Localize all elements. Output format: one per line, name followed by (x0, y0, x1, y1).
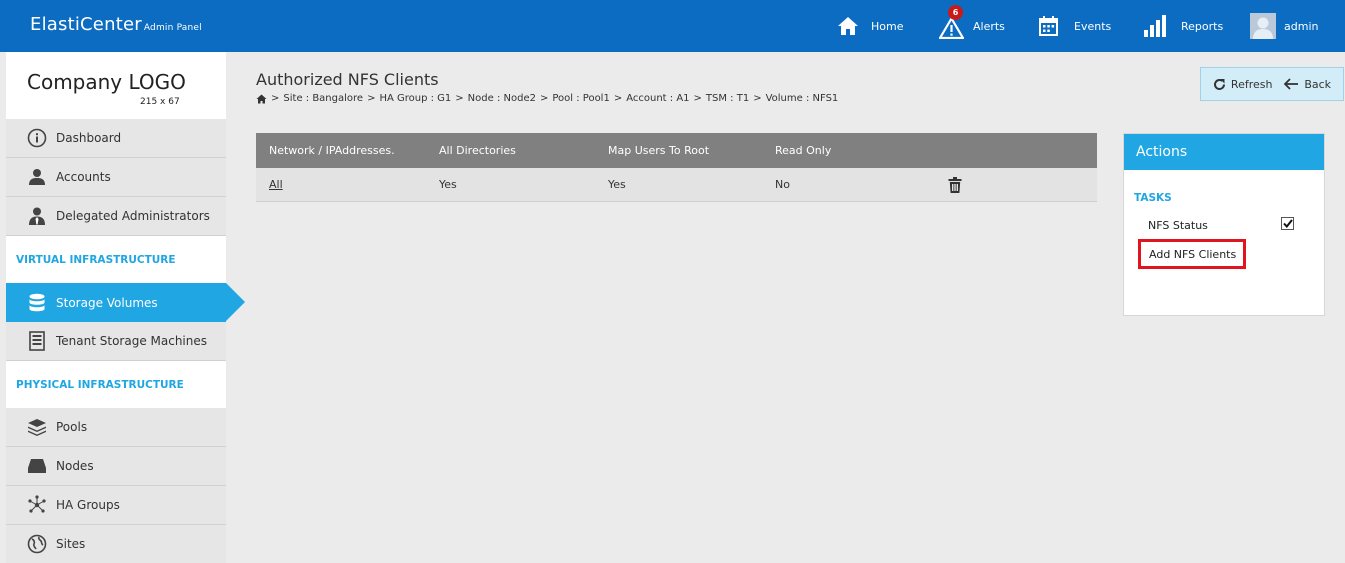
nav-alerts[interactable]: 6 Alerts (939, 0, 1005, 52)
actions-title: Actions (1124, 134, 1324, 170)
sidebar-item-pools[interactable]: Pools (6, 408, 226, 447)
network-link[interactable]: All (269, 178, 283, 191)
page-title: Authorized NFS Clients (256, 70, 439, 89)
table-row: All Yes Yes No (256, 168, 1097, 202)
alert-triangle-icon (939, 17, 964, 39)
brand-subtitle: Admin Panel (143, 23, 202, 33)
breadcrumb-sep: > (693, 93, 702, 104)
add-nfs-clients-button[interactable]: Add NFS Clients (1138, 239, 1246, 269)
sidebar-item-delegated-administrators[interactable]: Delegated Administrators (6, 197, 226, 236)
sidebar-item-ha-groups[interactable]: HA Groups (6, 486, 226, 525)
table-header: Network / IPAddresses. All Directories M… (256, 133, 1097, 168)
trash-icon (948, 176, 962, 193)
nav-home[interactable]: Home (837, 0, 903, 52)
sidebar-item-label: Accounts (56, 170, 111, 184)
breadcrumb-sep: > (455, 93, 464, 104)
company-logo: Company LOGO 215 x 67 (6, 52, 226, 119)
tasks-label: TASKS (1134, 192, 1172, 204)
brand-title: ElastiCenter (30, 14, 142, 35)
sidebar-item-label: Dashboard (56, 131, 122, 145)
alerts-badge: 6 (948, 5, 963, 20)
admin-user-icon (26, 205, 48, 227)
nfs-status-label: NFS Status (1148, 219, 1208, 232)
logo-title: Company LOGO (27, 70, 186, 94)
avatar (1250, 13, 1276, 39)
nav-events-label: Events (1074, 19, 1112, 33)
breadcrumb-sep: > (753, 93, 762, 104)
top-bar: ElastiCenter Admin Panel Home 6 Alerts Ev… (0, 0, 1345, 52)
sidebar-item-label: Pools (56, 420, 88, 434)
breadcrumb-ha-group[interactable]: HA Group : G1 (379, 93, 451, 104)
column-header-all-directories[interactable]: All Directories (439, 133, 516, 168)
user-silhouette-icon (1250, 13, 1276, 39)
calendar-icon (1039, 16, 1058, 36)
sidebar-item-dashboard[interactable]: Dashboard (6, 119, 226, 158)
breadcrumb: > Site : Bangalore > HA Group : G1 > Nod… (256, 93, 838, 104)
breadcrumb-account[interactable]: Account : A1 (626, 93, 689, 104)
sidebar-item-label: Tenant Storage Machines (56, 334, 208, 348)
logo-size: 215 x 67 (140, 97, 180, 107)
breadcrumb-site[interactable]: Site : Bangalore (283, 93, 363, 104)
column-header-read-only[interactable]: Read Only (775, 133, 831, 168)
nfs-clients-table: Network / IPAddresses. All Directories M… (256, 133, 1097, 202)
nav-reports[interactable]: Reports (1143, 0, 1223, 52)
sidebar-item-label: Sites (56, 537, 86, 551)
sidebar-item-label: Delegated Administrators (56, 209, 210, 223)
nav-alerts-label: Alerts (973, 19, 1005, 33)
nav-reports-label: Reports (1181, 19, 1224, 33)
breadcrumb-home-icon[interactable] (256, 94, 267, 104)
breadcrumb-pool[interactable]: Pool : Pool1 (552, 93, 609, 104)
cell-all-directories: Yes (439, 178, 457, 191)
breadcrumb-sep: > (367, 93, 376, 104)
back-label: Back (1304, 77, 1332, 91)
nfs-status-checkbox[interactable] (1281, 217, 1294, 230)
column-header-map-users-to-root[interactable]: Map Users To Root (608, 133, 709, 168)
alerts-icon-wrap: 6 (939, 0, 964, 52)
breadcrumb-node[interactable]: Node : Node2 (468, 93, 536, 104)
column-header-network[interactable]: Network / IPAddresses. (269, 133, 395, 168)
sidebar-item-sites[interactable]: Sites (6, 525, 226, 563)
nav-home-label: Home (871, 19, 904, 33)
home-icon (838, 17, 858, 35)
sidebar-item-label: Nodes (56, 459, 94, 473)
user-menu[interactable]: admin (1250, 0, 1318, 52)
arrow-left-icon (1284, 78, 1299, 90)
back-button[interactable]: Back (1284, 78, 1331, 91)
actions-panel: Actions TASKS NFS Status Add NFS Clients (1123, 133, 1325, 316)
cell-read-only: No (775, 178, 790, 191)
layers-icon (26, 416, 48, 438)
refresh-button[interactable]: Refresh (1213, 77, 1273, 91)
drive-icon (26, 455, 48, 477)
info-icon (26, 127, 48, 149)
cell-map-users-to-root: Yes (608, 178, 626, 191)
refresh-label: Refresh (1230, 77, 1273, 91)
breadcrumb-tsm[interactable]: TSM : T1 (706, 93, 749, 104)
sidebar-item-accounts[interactable]: Accounts (6, 158, 226, 197)
section-physical-infrastructure: PHYSICAL INFRASTRUCTURE (6, 361, 226, 408)
toolbar: Refresh Back (1200, 67, 1344, 101)
sidebar: Company LOGO 215 x 67 Dashboard Accounts… (6, 52, 245, 563)
sidebar-item-storage-volumes[interactable]: Storage Volumes (6, 283, 245, 322)
nav-events[interactable]: Events (1039, 0, 1111, 52)
breadcrumb-sep: > (613, 93, 623, 104)
section-virtual-infrastructure: VIRTUAL INFRASTRUCTURE (6, 236, 226, 283)
breadcrumb-sep: > (539, 93, 549, 104)
user-name: admin (1284, 19, 1319, 33)
globe-icon (26, 533, 48, 555)
server-icon (26, 330, 48, 352)
checkmark-icon (1282, 219, 1293, 228)
breadcrumb-sep: > (271, 93, 280, 104)
sidebar-item-label: HA Groups (56, 498, 120, 512)
refresh-icon (1213, 78, 1225, 90)
bar-chart-icon (1144, 15, 1166, 37)
sidebar-item-nodes[interactable]: Nodes (6, 447, 226, 486)
brand[interactable]: ElastiCenter Admin Panel (30, 14, 202, 35)
breadcrumb-volume[interactable]: Volume : NFS1 (766, 93, 839, 104)
sidebar-item-label: Storage Volumes (56, 295, 158, 310)
user-icon (26, 166, 48, 188)
delete-button[interactable] (948, 168, 962, 201)
sidebar-item-tenant-storage-machines[interactable]: Tenant Storage Machines (6, 322, 226, 361)
database-icon (26, 292, 48, 314)
network-icon (26, 494, 48, 516)
